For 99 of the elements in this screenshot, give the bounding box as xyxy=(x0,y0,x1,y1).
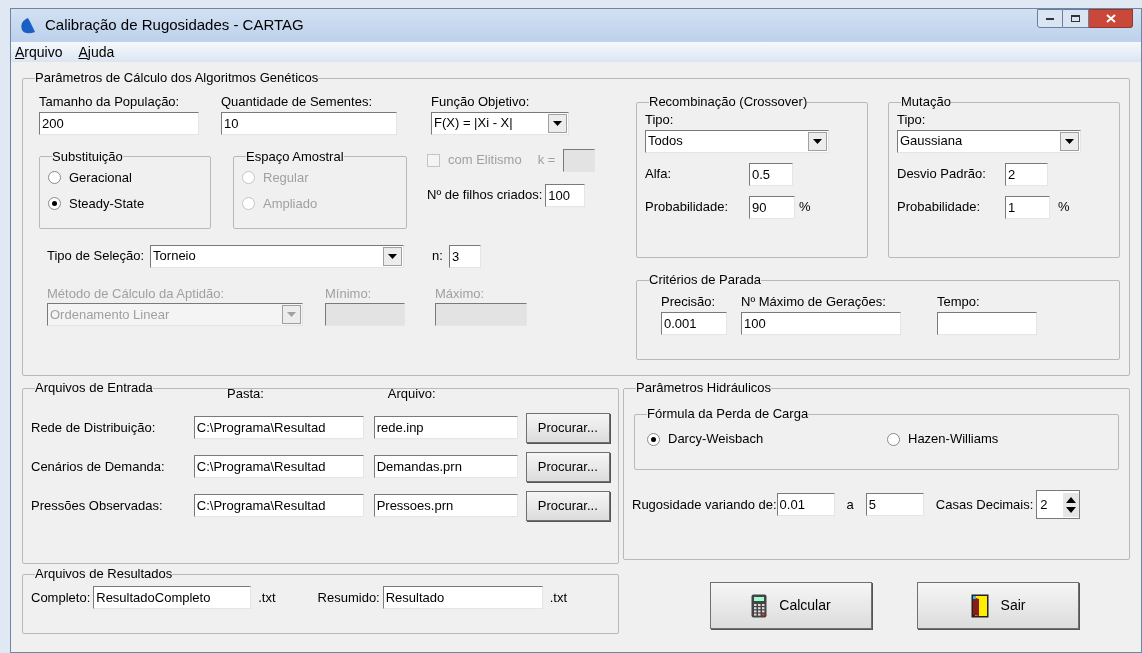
app-icon xyxy=(19,16,37,35)
field-label: Tamanho da População: xyxy=(39,93,181,111)
group-title: Recombinação (Crossover) xyxy=(649,94,808,110)
group-title: Espaço Amostral xyxy=(246,148,344,165)
text-field[interactable]: 0.5 xyxy=(749,162,793,186)
field-label: Função Objetivo: xyxy=(431,93,531,111)
radio-label: Darcy-Weisbach xyxy=(668,430,764,449)
dropdown[interactable]: Todos xyxy=(645,129,829,153)
spin-arrows-icon[interactable] xyxy=(1063,492,1080,517)
field-label: Máximo: xyxy=(435,284,486,303)
group-title: Substituição xyxy=(52,148,123,165)
field-label: Nº Máximo de Gerações: xyxy=(741,293,887,311)
radio-label: Geracional xyxy=(69,168,132,187)
text-field[interactable]: ResultadoCompleto xyxy=(93,586,252,609)
field-label: Mínimo: xyxy=(325,284,373,303)
text-field[interactable] xyxy=(435,303,527,326)
text-field[interactable]: 0.01 xyxy=(776,493,835,516)
checkbox-label: com Elitismo xyxy=(448,151,522,170)
spin-box[interactable]: 2 xyxy=(1036,490,1081,519)
text-field[interactable]: 5 xyxy=(865,493,924,516)
minimize-button[interactable] xyxy=(1037,9,1063,28)
text-field[interactable]: Pressoes.prn xyxy=(373,494,518,517)
group-title: Fórmula da Perda de Carga xyxy=(647,406,809,422)
field-label: Tipo de Seleção: xyxy=(47,247,145,266)
field-label: Pasta: xyxy=(227,385,264,403)
radio-label: Ampliado xyxy=(263,194,318,213)
radio-button[interactable] xyxy=(887,432,900,446)
dropdown[interactable]: Torneio xyxy=(150,244,405,268)
text-field[interactable]: 90 xyxy=(749,195,795,219)
text-field[interactable]: 2 xyxy=(1005,162,1048,186)
field-label: Tipo: xyxy=(645,111,675,129)
field-label: Pressões Observadas: xyxy=(31,496,164,515)
text-field[interactable] xyxy=(325,303,405,326)
group-title: Mutação xyxy=(901,94,951,110)
group-title: Parâmetros de Cálculo dos Algoritmos Genéticos xyxy=(35,70,319,86)
text-field[interactable]: 1 xyxy=(1005,195,1050,219)
text-field[interactable]: 10 xyxy=(221,111,397,135)
calculator-icon xyxy=(751,593,768,618)
radio-button[interactable] xyxy=(48,171,61,184)
text-field[interactable] xyxy=(563,148,596,172)
menu-item[interactable]: Ajuda xyxy=(78,41,115,63)
text-field[interactable]: 100 xyxy=(545,183,586,207)
text-field[interactable]: C:\Programa\Resultad xyxy=(193,455,364,478)
field-label: Probabilidade: xyxy=(897,198,982,217)
field-label: Precisão: xyxy=(661,293,717,311)
menu-item[interactable]: Arquivo xyxy=(15,41,63,63)
group-title: Arquivos de Resultados xyxy=(35,566,173,582)
field-label: Método de Cálculo da Aptidão: xyxy=(47,284,226,303)
field-label: .txt xyxy=(549,588,568,607)
field-label: Arquivo: xyxy=(387,385,436,403)
field-label: Completo: xyxy=(31,588,91,607)
field-label: .txt xyxy=(258,588,276,607)
field-label: % xyxy=(1058,198,1070,217)
maximize-button[interactable] xyxy=(1063,9,1089,28)
field-label: Nº de filhos criados: xyxy=(427,186,543,205)
field-label: Cenários de Demanda: xyxy=(31,457,166,476)
field-label: Tipo: xyxy=(897,111,927,129)
field-label: Quantidade de Sementes: xyxy=(221,93,374,111)
field-label: Rede de Distribuição: xyxy=(31,418,157,437)
field-label: k = xyxy=(537,151,556,170)
text-field[interactable] xyxy=(937,311,1037,335)
radio-button[interactable] xyxy=(48,197,61,210)
radio-button[interactable] xyxy=(647,432,660,446)
browse-button[interactable]: Procurar... xyxy=(525,412,610,443)
group-title: Critérios de Parada xyxy=(649,272,761,288)
field-label: Casas Decimais: xyxy=(935,495,1034,514)
action-button[interactable]: Sair xyxy=(917,582,1079,629)
group-title: Arquivos de Entrada xyxy=(35,380,153,396)
action-button[interactable]: Calcular xyxy=(710,582,872,629)
text-field[interactable]: C:\Programa\Resultad xyxy=(193,494,364,517)
text-field[interactable]: C:\Programa\Resultad xyxy=(193,416,364,439)
field-label: Probabilidade: xyxy=(645,198,730,217)
close-button[interactable] xyxy=(1089,9,1133,28)
field-label: Rugosidade variando de: xyxy=(632,495,777,514)
dropdown[interactable]: Gaussiana xyxy=(897,129,1081,153)
field-label: % xyxy=(799,198,811,217)
field-label: Alfa: xyxy=(645,165,672,184)
close-icon xyxy=(1105,14,1116,23)
field-label: n: xyxy=(432,247,443,266)
field-label: Desvio Padrão: xyxy=(897,165,987,184)
browse-button[interactable]: Procurar... xyxy=(525,490,610,521)
text-field[interactable]: 0.001 xyxy=(661,311,727,335)
browse-button[interactable]: Procurar... xyxy=(525,451,610,482)
radio-label: Hazen-Williams xyxy=(908,430,999,449)
radio-label: Steady-State xyxy=(69,194,145,213)
field-label: Resumido: xyxy=(317,588,380,607)
door-icon xyxy=(970,593,989,618)
radio-label: Regular xyxy=(263,168,309,187)
text-field[interactable]: 100 xyxy=(741,311,901,335)
group-title: Parâmetros Hidráulicos xyxy=(636,380,772,396)
text-field[interactable]: 3 xyxy=(448,244,481,268)
text-field[interactable]: Demandas.prn xyxy=(373,455,518,478)
text-field[interactable]: 200 xyxy=(39,111,199,135)
window-title: Calibração de Rugosidades - CARTAG xyxy=(45,15,304,36)
text-field[interactable]: Resultado xyxy=(382,586,543,609)
field-label: Tempo: xyxy=(937,293,981,311)
field-label: a xyxy=(846,495,854,514)
text-field[interactable]: rede.inp xyxy=(373,416,518,439)
dropdown[interactable]: F(X) = |Xi - X| xyxy=(431,111,569,135)
